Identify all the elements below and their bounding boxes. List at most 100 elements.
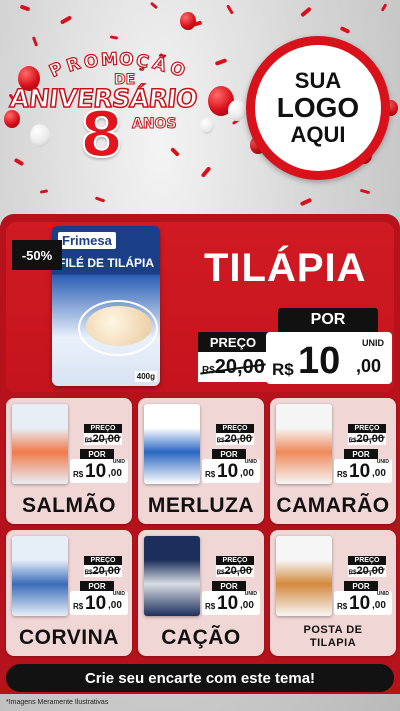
product-image	[12, 536, 68, 616]
confetti-piece	[170, 147, 180, 157]
unid-label: UNID	[376, 591, 389, 597]
currency: R$	[73, 470, 84, 479]
price-int: 10	[85, 461, 107, 482]
por-label: POR	[80, 449, 114, 459]
preco-label: PREÇO	[216, 556, 254, 565]
balloon-shape	[30, 124, 50, 147]
por-label: POR	[80, 581, 114, 591]
product-card[interactable]: PREÇOR$20,00 PORUNID R$10,00 MERLUZA	[138, 398, 264, 524]
confetti-piece	[339, 26, 351, 34]
product-card[interactable]: PREÇOR$20,00 PORUNID R$10,00 CORVINA	[6, 530, 132, 656]
preco-label: PREÇO	[84, 424, 122, 433]
hero-old-price-tag: PREÇO R$20,00	[198, 332, 268, 382]
old-price: R$20,00	[348, 565, 386, 577]
product-card[interactable]: PREÇOR$20,00 PORUNID R$10,00 CAMARÃO	[270, 398, 396, 524]
new-price-box: UNID R$ 10,00	[334, 591, 392, 615]
confetti-piece	[300, 6, 312, 18]
hero-pack-weight: 400g	[134, 371, 157, 382]
product-name: MERLUZA	[147, 494, 255, 517]
price-int: 10	[217, 593, 239, 614]
balloon-shape	[180, 12, 196, 31]
currency: R$	[205, 470, 216, 479]
por-label: POR	[212, 449, 246, 459]
old-price: R$20,00	[216, 433, 254, 445]
preco-label: PREÇO	[348, 556, 386, 565]
promo-letter: P	[46, 57, 68, 82]
balloon-shape	[200, 118, 214, 135]
old-price: R$20,00	[84, 433, 122, 445]
preco-label: PREÇO	[198, 332, 268, 352]
confetti-piece	[359, 188, 371, 195]
currency: R$	[272, 360, 294, 379]
confetti-piece	[13, 157, 25, 167]
old-price: R$20,00	[348, 433, 386, 445]
promo-letter: O	[117, 49, 135, 71]
promo-letter: Ç	[133, 50, 151, 73]
price-int: 10	[85, 593, 107, 614]
promo-letter: O	[166, 57, 190, 83]
price-int: 10	[349, 461, 371, 482]
product-name: SALMÃO	[22, 494, 116, 517]
confetti-piece	[214, 58, 228, 66]
logo-placeholder[interactable]: SUA LOGO AQUI	[246, 36, 390, 180]
confetti-piece	[19, 4, 31, 12]
logo-line-1: SUA	[294, 68, 342, 93]
confetti-piece	[149, 1, 159, 10]
product-name: CAMARÃO	[276, 494, 390, 517]
promo-letter: M	[100, 49, 120, 71]
new-price-box: UNID R$ 10,00	[334, 459, 392, 483]
product-card[interactable]: PREÇOR$20,00 PORUNID R$10,00 SALMÃO	[6, 398, 132, 524]
price-cents: ,00	[372, 600, 386, 611]
price-cents: ,00	[372, 468, 386, 479]
confetti-piece	[39, 189, 49, 194]
preco-label: PREÇO	[84, 556, 122, 565]
discount-badge: -50%	[12, 240, 62, 270]
footnote: *Imagens Meramente Ilustrativas	[6, 699, 109, 706]
por-label: POR	[344, 581, 378, 591]
price-cents: ,00	[240, 468, 254, 479]
logo-text-block: SUA LOGO AQUI	[255, 45, 381, 171]
por-label: POR	[278, 308, 378, 332]
promo-letter: R	[64, 53, 85, 78]
por-label: POR	[344, 449, 378, 459]
product-name: CAÇÃO	[161, 626, 241, 649]
product-card[interactable]: PREÇOR$20,00 PORUNID R$10,00 POSTA DE TILAP…	[270, 530, 396, 656]
promo-letter: O	[82, 50, 102, 74]
currency: R$	[205, 602, 216, 611]
new-price-box: UNID R$ 10,00	[202, 459, 260, 483]
price-cents: ,00	[240, 600, 254, 611]
cta-banner[interactable]: Crie seu encarte com este tema!	[6, 664, 394, 692]
confetti-piece	[31, 36, 39, 47]
product-card[interactable]: PREÇOR$20,00 PORUNID R$10,00 CAÇÃO	[138, 530, 264, 656]
price-cents: ,00	[356, 356, 382, 376]
product-image	[144, 404, 200, 484]
anos-label: ANOS	[132, 116, 178, 133]
new-price-box: UNID R$ 10,00	[70, 459, 128, 483]
logo-line-2: LOGO	[276, 92, 360, 123]
unid-label: UNID	[362, 338, 384, 348]
confetti-piece	[226, 4, 234, 15]
hero-brand: Frimesa	[58, 232, 116, 249]
old-price: R$20,00	[84, 565, 122, 577]
hero-new-price-tag: POR UNID R$ 10 ,00	[266, 308, 392, 384]
confetti-piece	[299, 197, 313, 207]
unid-label: UNID	[244, 459, 257, 465]
confetti-piece	[200, 166, 212, 178]
confetti-piece	[109, 35, 119, 40]
new-price-box: UNID R$ 10,00	[70, 591, 128, 615]
logo-line-3: AQUI	[290, 122, 346, 147]
product-name: POSTA DE TILAPIA	[303, 624, 363, 649]
product-name: CORVINA	[19, 626, 119, 649]
unid-label: UNID	[244, 591, 257, 597]
currency: R$	[337, 470, 348, 479]
price-cents: ,00	[108, 600, 122, 611]
product-image	[276, 536, 332, 616]
por-label: POR	[212, 581, 246, 591]
confetti-piece	[59, 15, 73, 25]
currency: R$	[337, 602, 348, 611]
preco-label: PREÇO	[216, 424, 254, 433]
unid-label: UNID	[376, 459, 389, 465]
new-price-box: UNID R$ 10,00	[202, 591, 260, 615]
fish-fillet-shape	[86, 306, 152, 346]
unid-label: UNID	[112, 591, 125, 597]
